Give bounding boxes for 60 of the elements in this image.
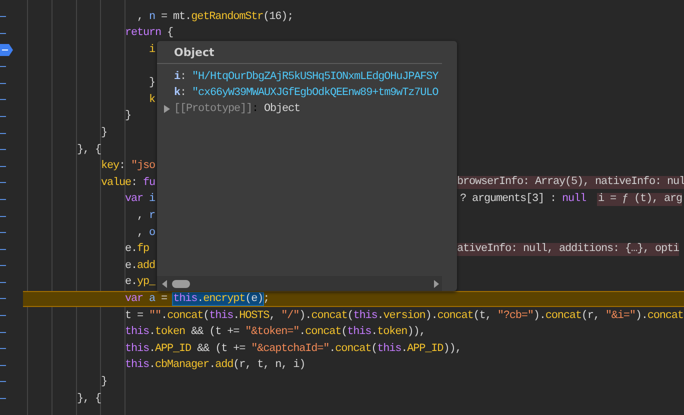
code-line: this.cbManager.add(r, t, n, i) <box>124 358 306 372</box>
inline-value: i = ƒ (t), arg <box>597 192 682 206</box>
code-line: t = "".concat(this.HOSTS, "/").concat(this.version).concat(t, "?cb=").concat(r, "&i=").concat <box>124 308 684 323</box>
code-line: e.add <box>124 258 156 273</box>
code-line: } <box>100 374 108 389</box>
code-line: this.token && (t += "&token=".concat(this.token)), <box>124 325 426 340</box>
inline-value: browserInfo: Array(5), nativeInfo: nul <box>456 176 684 190</box>
line-marker-icon[interactable] <box>0 282 6 283</box>
code-line: , r <box>136 209 156 224</box>
code-line: ? arguments[3] : null <box>460 192 586 206</box>
line-marker-icon[interactable] <box>0 66 6 68</box>
line-marker-icon[interactable] <box>0 364 6 366</box>
line-marker-icon[interactable] <box>0 198 6 200</box>
scroll-right-icon[interactable] <box>434 280 439 288</box>
prototype-row[interactable]: [[Prototype]]: Object <box>174 101 300 117</box>
code-line: key: "jso <box>100 159 156 174</box>
code-line: } <box>100 126 108 140</box>
code-line: var i <box>124 192 156 206</box>
code-line: }, { <box>76 392 102 406</box>
scroll-thumb[interactable] <box>172 280 190 288</box>
code-line: var a = this.encrypt(e); <box>124 292 270 306</box>
expand-triangle-icon[interactable] <box>164 105 170 113</box>
line-marker-icon[interactable] <box>0 99 6 100</box>
code-line: e.fp <box>124 242 150 256</box>
code-line: , n = mt.getRandomStr(16); <box>136 10 294 24</box>
scroll-left-icon[interactable] <box>162 280 167 288</box>
code-line: return { <box>124 26 174 40</box>
line-marker-icon[interactable] <box>0 381 6 382</box>
code-line: , o <box>136 226 156 240</box>
line-marker-icon[interactable] <box>0 265 6 266</box>
property-row[interactable]: i: "H/HtqOurDbgZAjR5kUSHq5IONxmLEdgOHuJPAFSY <box>174 69 457 85</box>
inline-value: ativeInfo: null, additions: {…}, opti <box>456 242 680 256</box>
code-line: k <box>148 92 156 107</box>
code-line: this.APP_ID && (t += "&captchaId=".concat(this.APP_ID)), <box>124 342 462 356</box>
line-marker-icon[interactable] <box>0 348 6 350</box>
line-marker-icon[interactable] <box>0 216 6 217</box>
code-line: value: fu <box>100 176 156 190</box>
line-marker-icon[interactable] <box>0 398 6 400</box>
line-marker-icon[interactable] <box>0 298 6 300</box>
line-marker-icon[interactable] <box>0 116 6 117</box>
line-marker-icon[interactable] <box>0 82 6 84</box>
code-line: i <box>148 43 156 58</box>
line-marker-icon[interactable] <box>0 149 6 150</box>
property-row[interactable]: k: "cx66yW39MWAUXJGfEgbOdkQEEnw89+tm9wTz7ULO <box>174 85 457 101</box>
code-line: e.yp_ <box>124 275 156 290</box>
line-marker-icon[interactable] <box>0 315 6 316</box>
code-line: }, { <box>76 142 102 157</box>
line-marker-icon[interactable] <box>0 182 6 184</box>
line-marker-icon[interactable] <box>0 232 6 234</box>
horizontal-scrollbar[interactable] <box>157 276 442 291</box>
line-marker-icon[interactable] <box>0 32 6 34</box>
line-marker-icon[interactable] <box>0 132 6 134</box>
line-marker-icon[interactable] <box>0 248 6 250</box>
line-marker-icon[interactable] <box>0 166 6 167</box>
popup-title: Object <box>174 46 216 60</box>
breakpoint-marker-icon[interactable] <box>0 44 13 56</box>
line-marker-icon[interactable] <box>0 332 6 333</box>
line-marker-icon[interactable] <box>0 16 6 18</box>
code-line: } <box>148 76 156 90</box>
code-line: } <box>124 109 132 124</box>
